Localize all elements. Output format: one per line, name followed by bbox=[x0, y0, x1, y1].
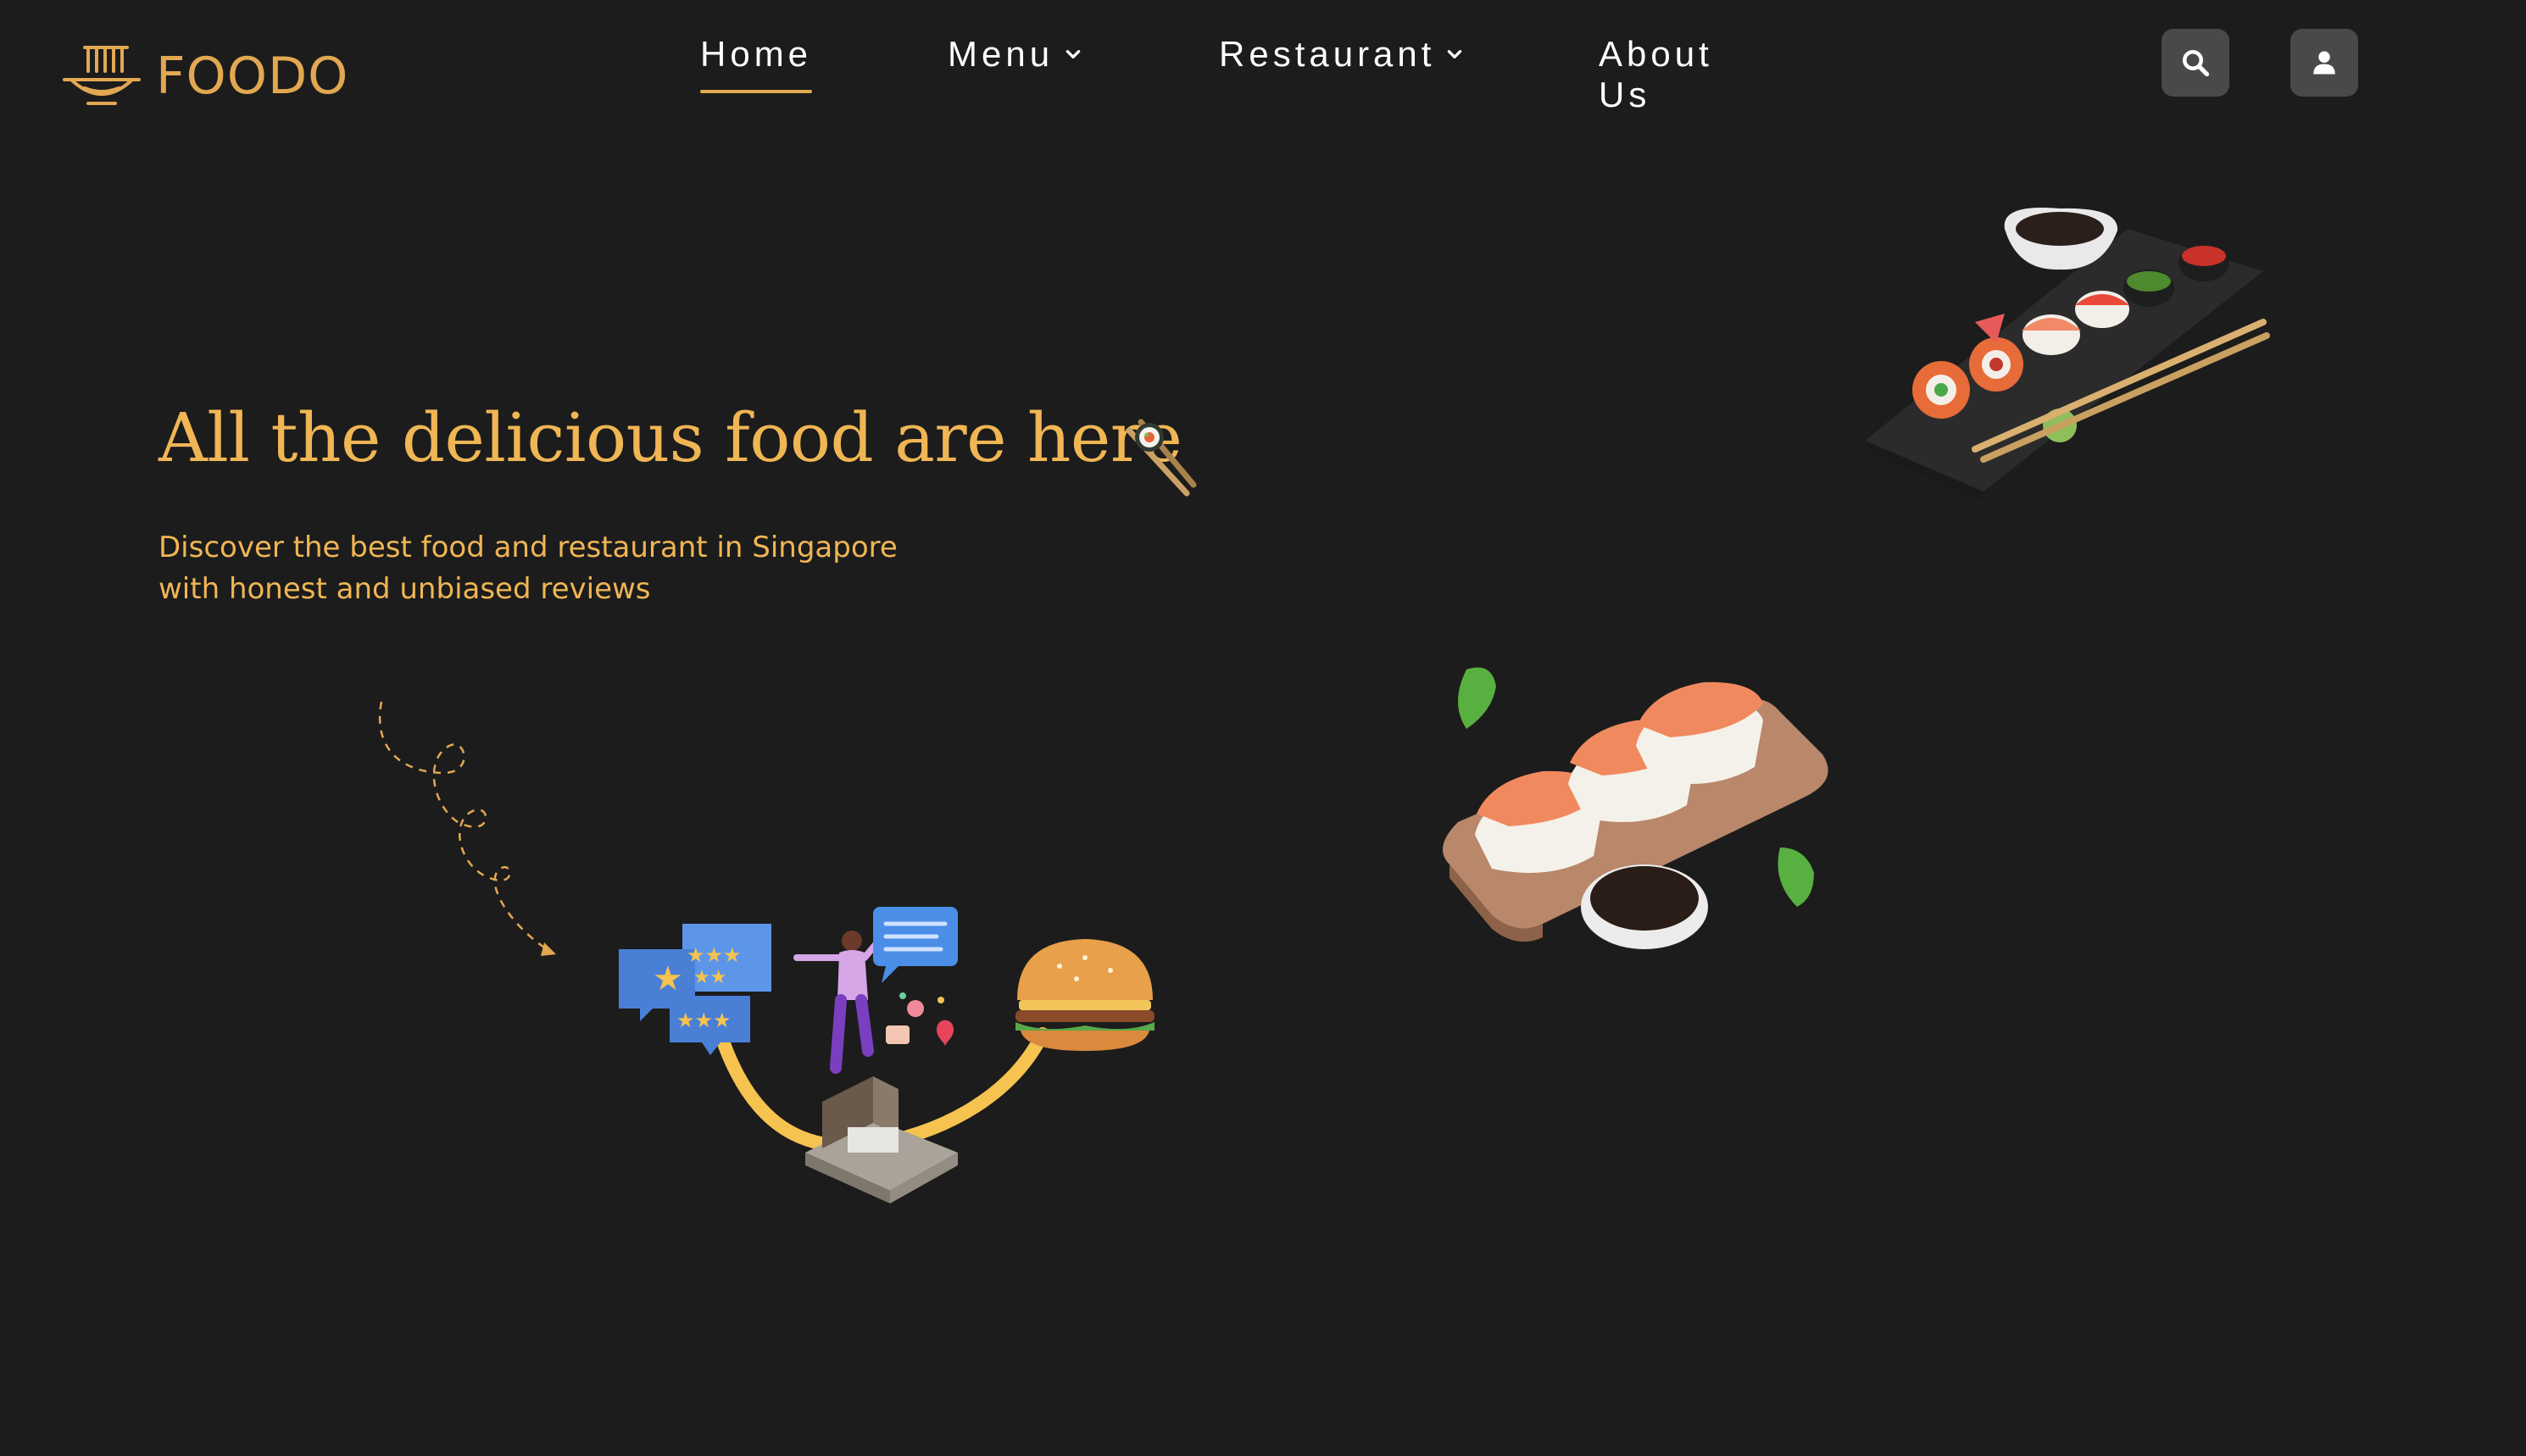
nav-restaurant[interactable]: Restaurant bbox=[1219, 34, 1464, 75]
sushi-chopsticks-icon bbox=[1126, 419, 1197, 497]
chevron-down-icon bbox=[1065, 50, 1081, 58]
noodle-bowl-icon bbox=[63, 46, 141, 105]
nav-about[interactable]: About Us bbox=[1599, 34, 1713, 115]
salmon-nigiri-board-image bbox=[1443, 667, 1828, 949]
brand-name: FOODO bbox=[156, 47, 349, 106]
nav-active-indicator bbox=[700, 90, 812, 93]
nav-home-label: Home bbox=[700, 34, 813, 74]
search-icon bbox=[2183, 50, 2210, 77]
burger-icon bbox=[1015, 939, 1155, 1051]
hero-title: All the delicious food are here bbox=[159, 398, 1182, 477]
svg-text:★★: ★★ bbox=[693, 967, 726, 988]
svg-text:★: ★ bbox=[653, 959, 683, 998]
hero-subtitle-line-2: with honest and unbiased reviews bbox=[159, 572, 651, 606]
hero-subtitle-line-1: Discover the best food and restaurant in… bbox=[159, 531, 898, 564]
user-icon bbox=[2313, 51, 2335, 75]
sushi-platter-image bbox=[1865, 208, 2270, 500]
nav-about-label: About Us bbox=[1599, 34, 1713, 114]
svg-text:★★★: ★★★ bbox=[676, 1009, 732, 1032]
restaurant-kitchen-icon bbox=[805, 1076, 958, 1203]
user-button[interactable] bbox=[2290, 29, 2358, 97]
likes-hearts-icon bbox=[886, 992, 954, 1047]
dashed-arrow-decoration bbox=[378, 701, 556, 956]
nav-menu[interactable]: Menu bbox=[948, 34, 1082, 75]
search-button[interactable] bbox=[2162, 29, 2229, 97]
rating-bubbles-icon: ★ ★★★ ★★ ★★★ bbox=[619, 924, 771, 1055]
nav-menu-label: Menu bbox=[948, 34, 1054, 74]
hero-subtitle: Discover the best food and restaurant in… bbox=[159, 527, 921, 610]
svg-text:★★★: ★★★ bbox=[687, 943, 742, 967]
nav-restaurant-label: Restaurant bbox=[1219, 34, 1436, 74]
chevron-down-icon bbox=[1448, 50, 1462, 58]
chat-bubble-icon bbox=[873, 907, 958, 983]
brand-logo[interactable]: FOODO bbox=[59, 42, 348, 110]
reviews-illustration: ★ ★★★ ★★ ★★★ bbox=[619, 907, 1155, 1203]
person-figure-icon bbox=[793, 929, 889, 1074]
nav-home[interactable]: Home bbox=[700, 34, 812, 75]
